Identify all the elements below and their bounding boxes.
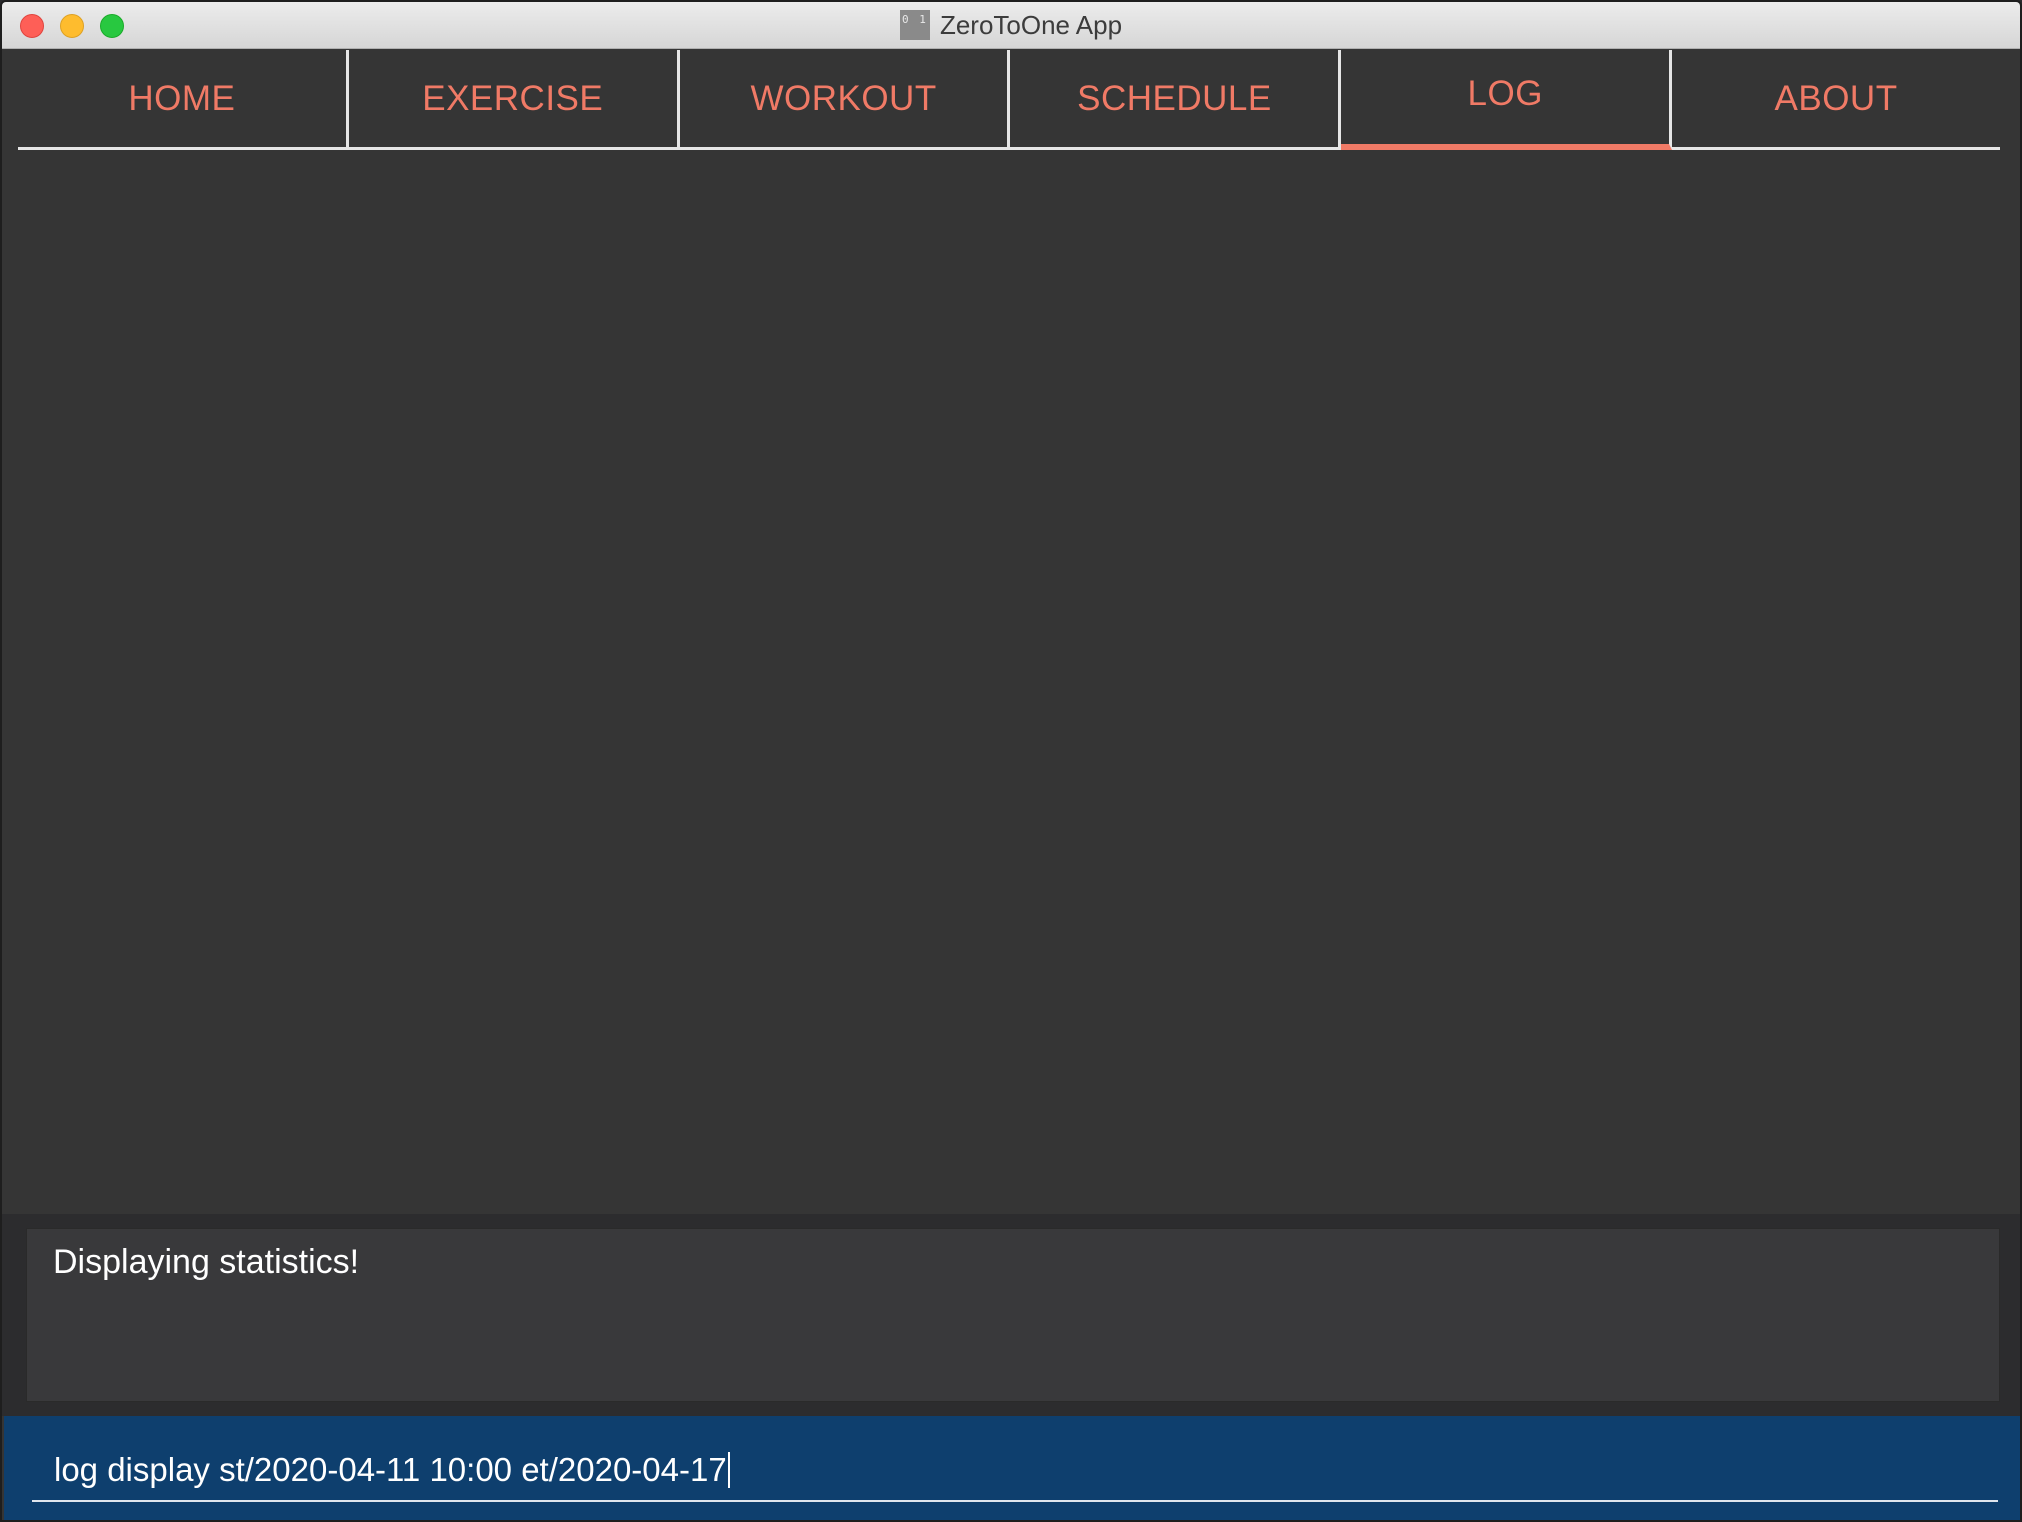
tab-label: ABOUT (1774, 78, 1898, 118)
app-window: 0 1 ZeroToOne App HOME EXERCISE WORKOUT … (0, 0, 2022, 1522)
tab-schedule[interactable]: SCHEDULE (1010, 50, 1342, 150)
command-text: log display st/2020-04-11 10:00 et/2020-… (54, 1451, 727, 1488)
tab-bar: HOME EXERCISE WORKOUT SCHEDULE LOG ABOUT (18, 50, 2000, 150)
tab-label: LOG (1467, 74, 1543, 113)
command-bar: log display st/2020-04-11 10:00 et/2020-… (4, 1416, 2020, 1520)
tab-about[interactable]: ABOUT (1672, 50, 2000, 150)
tab-log[interactable]: LOG (1341, 50, 1673, 150)
window-title: ZeroToOne App (939, 9, 1123, 40)
log-content-panel (4, 152, 2020, 1214)
result-message: Displaying statistics! (53, 1243, 360, 1281)
title-bar[interactable]: 0 1 ZeroToOne App (2, 2, 2020, 49)
tab-label: HOME (128, 78, 236, 118)
title-wrap: 0 1 ZeroToOne App (2, 2, 2020, 48)
command-input[interactable]: log display st/2020-04-11 10:00 et/2020-… (32, 1440, 1998, 1502)
tab-home[interactable]: HOME (18, 50, 349, 150)
tab-label: SCHEDULE (1077, 78, 1272, 118)
tab-workout[interactable]: WORKOUT (679, 50, 1011, 150)
result-display: Displaying statistics! (26, 1228, 2000, 1402)
app-icon: 0 1 (899, 10, 930, 40)
tab-label: EXERCISE (422, 78, 604, 118)
tab-exercise[interactable]: EXERCISE (348, 50, 680, 150)
tab-label: WORKOUT (750, 78, 937, 118)
text-caret (727, 1452, 730, 1488)
